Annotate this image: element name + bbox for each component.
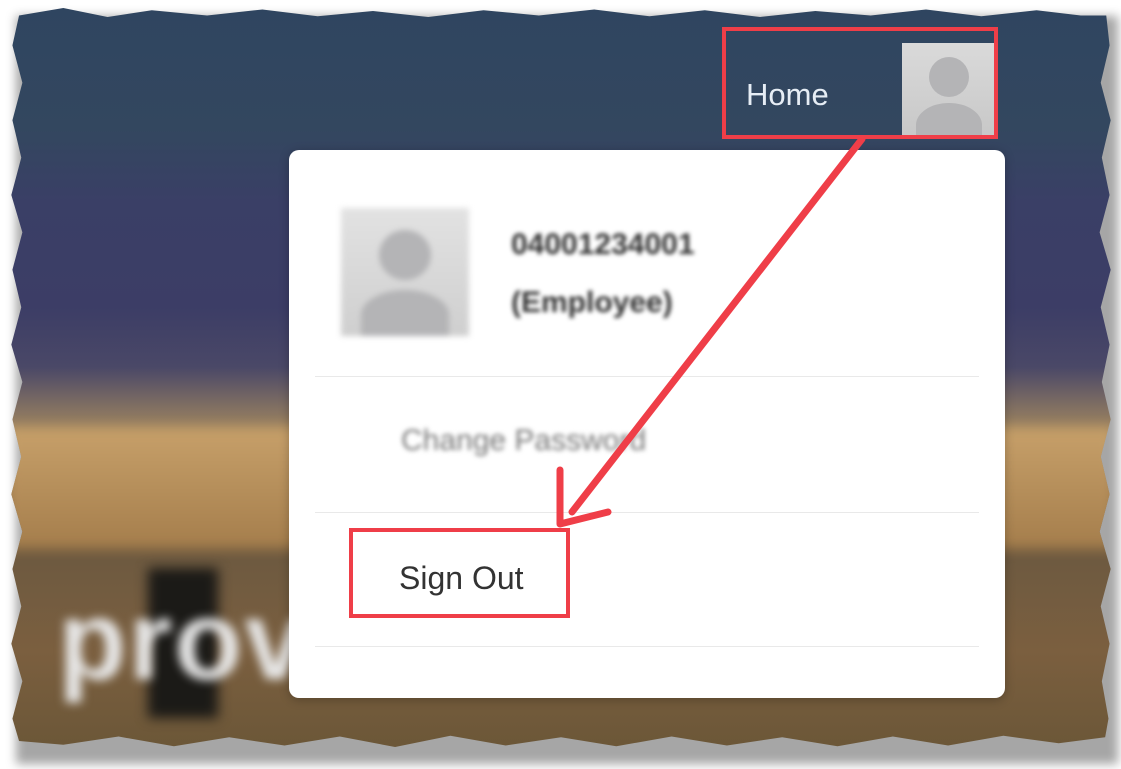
change-password-item[interactable]: Change Password: [401, 424, 646, 458]
background-text: prov: [58, 578, 309, 703]
nav-highlight-box: [722, 27, 998, 139]
user-info: 04001234001 (Employee): [341, 208, 941, 338]
avatar-head: [379, 230, 431, 280]
screenshot-frame: prov Home 04001234001 (Employee) Change …: [0, 0, 1121, 769]
avatar-body: [361, 290, 449, 336]
user-id: 04001234001: [511, 228, 695, 261]
sign-out-highlight-box: [349, 528, 570, 618]
menu-divider: [315, 512, 979, 513]
menu-divider: [315, 646, 979, 647]
user-avatar-icon: [341, 208, 469, 336]
user-role: (Employee): [511, 286, 673, 319]
menu-divider: [315, 376, 979, 377]
